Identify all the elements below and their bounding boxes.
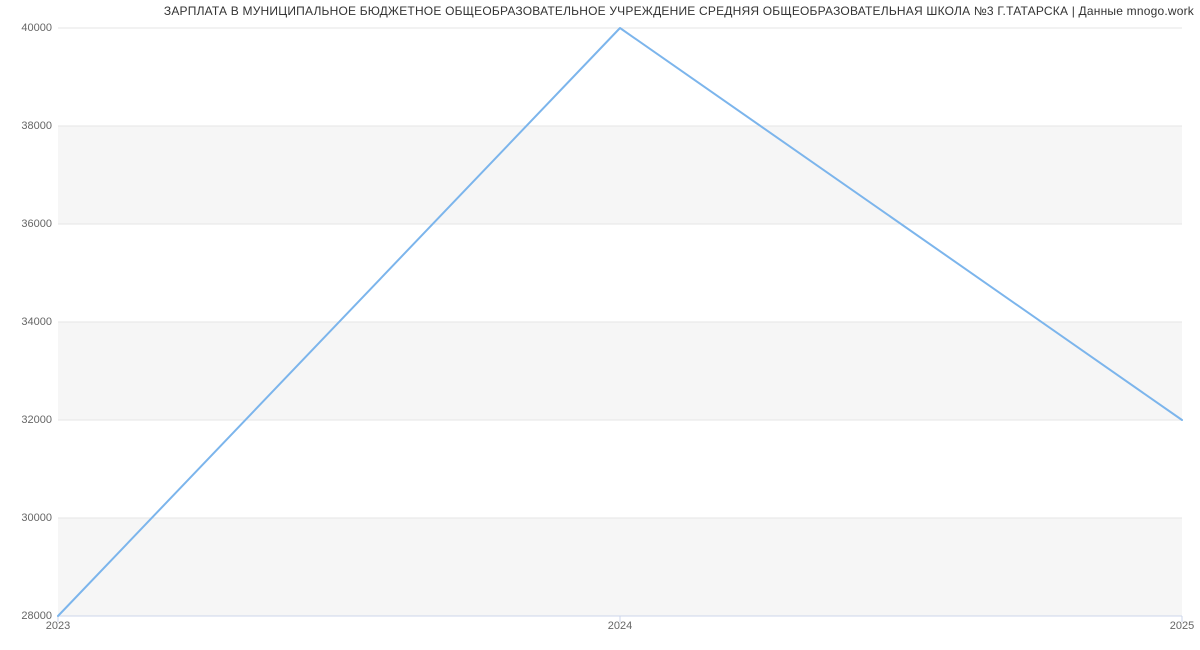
chart-title: ЗАРПЛАТА В МУНИЦИПАЛЬНОЕ БЮДЖЕТНОЕ ОБЩЕО… [0,4,1200,18]
x-tick-label: 2024 [608,620,632,632]
x-tick-label: 2023 [46,620,70,632]
y-tick-label: 32000 [2,414,52,426]
y-tick-label: 34000 [2,316,52,328]
y-tick-label: 28000 [2,610,52,622]
y-tick-label: 40000 [2,22,52,34]
y-tick-label: 36000 [2,218,52,230]
y-tick-label: 30000 [2,512,52,524]
chart-svg [58,28,1182,616]
y-tick-label: 38000 [2,120,52,132]
chart-container: ЗАРПЛАТА В МУНИЦИПАЛЬНОЕ БЮДЖЕТНОЕ ОБЩЕО… [0,0,1200,650]
plot-area [58,28,1182,616]
x-tick-label: 2025 [1170,620,1194,632]
